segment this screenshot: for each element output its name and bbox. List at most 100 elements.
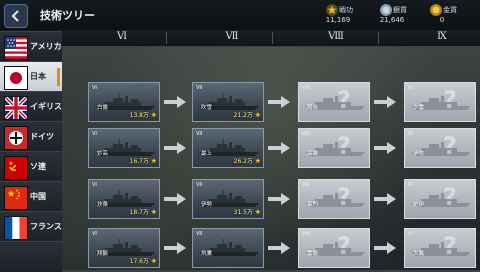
unknown-ship-icon: ?: [337, 132, 351, 160]
unknown-ship-icon: ?: [337, 183, 351, 211]
progression-arrow-icon: [164, 96, 186, 108]
unknown-ship-icon: ?: [337, 232, 351, 260]
ship-name: 陽炎: [307, 105, 319, 111]
progression-arrow-icon: [374, 96, 396, 108]
back-arrow-icon: [11, 10, 19, 22]
research-cost: 16.7万: [129, 158, 149, 165]
tier-label: Ⅶ: [225, 31, 239, 42]
active-indicator: [57, 68, 60, 86]
cost-star-icon: ★: [150, 111, 157, 119]
research-cost: 13.8万: [129, 112, 149, 119]
tier-label: Ⅵ: [116, 31, 128, 42]
back-button[interactable]: [4, 4, 28, 28]
germany-flag-icon: [4, 126, 28, 150]
ship-name: 伊吹: [413, 151, 425, 157]
france-flag-icon: [4, 216, 28, 240]
top-bar: 技術ツリー 戦功 11,169 銀貨 21,646 金貨 0: [0, 0, 480, 31]
gold-value: 0: [439, 16, 445, 24]
cost-star-icon: ★: [150, 257, 157, 265]
usa-flag-icon: [4, 36, 28, 60]
research-cost: 17.6万: [129, 258, 149, 265]
japan-flag-icon: [4, 66, 28, 90]
gold-coin-icon: [430, 4, 442, 16]
cost-star-icon: ★: [254, 111, 261, 119]
nation-tab-france[interactable]: フランス: [0, 211, 62, 242]
research-cost: 31.5万: [233, 209, 253, 216]
ship-name: 翔鶴: [97, 251, 109, 257]
nation-name: ソ連: [30, 162, 46, 171]
ship-name: 紀伊: [413, 202, 425, 208]
ship-name: 高雄: [307, 151, 319, 157]
locked-ship-card[interactable]: VIII? 長門: [298, 179, 370, 219]
nation-tab-ussr[interactable]: ソ連: [0, 151, 62, 182]
ship-name: 飛鷹: [201, 251, 213, 257]
nation-name: ドイツ: [30, 132, 54, 141]
tier-divider: [272, 32, 273, 44]
locked-ship-card[interactable]: IX? 紀伊: [404, 179, 476, 219]
progression-arrow-icon: [268, 142, 290, 154]
ship-card[interactable]: VII 吹雪 21.2万 ★: [192, 82, 264, 122]
locked-ship-card[interactable]: IX? 大鳳: [404, 228, 476, 268]
cost-star-icon: ★: [254, 208, 261, 216]
ship-card[interactable]: VI 扶桑 18.7万 ★: [88, 179, 160, 219]
silver-coin-icon: [380, 4, 392, 16]
ship-name: 長門: [307, 202, 319, 208]
merit-value: 11,169: [325, 16, 351, 24]
unknown-ship-icon: ?: [443, 132, 457, 160]
unknown-ship-icon: ?: [443, 232, 457, 260]
ship-name: 最上: [201, 151, 213, 157]
nation-sidebar: アメリカ 日本 イギリス ドイツ ソ連 中国 フランス: [0, 30, 62, 272]
ship-name: 伊勢: [201, 202, 213, 208]
merit-star-icon: [326, 4, 338, 16]
nation-tab-uk[interactable]: イギリス: [0, 91, 62, 122]
locked-ship-card[interactable]: VIII? 高雄: [298, 128, 370, 168]
ship-card[interactable]: VII 最上 26.2万 ★: [192, 128, 264, 168]
locked-ship-card[interactable]: IX? 伊吹: [404, 128, 476, 168]
china-flag-icon: [4, 186, 28, 210]
locked-ship-card[interactable]: IX? 夕雲: [404, 82, 476, 122]
tier-label: Ⅷ: [328, 31, 344, 42]
nation-tab-china[interactable]: 中国: [0, 181, 62, 212]
ship-name: 雲龍: [307, 251, 319, 257]
progression-arrow-icon: [374, 193, 396, 205]
ship-name: 大鳳: [413, 251, 425, 257]
ship-card[interactable]: VII 飛鷹: [192, 228, 264, 268]
nation-name: フランス: [30, 222, 62, 231]
nation-name: 中国: [30, 192, 46, 201]
ship-card[interactable]: VI 白露 13.8万 ★: [88, 82, 160, 122]
progression-arrow-icon: [374, 242, 396, 254]
progression-arrow-icon: [268, 242, 290, 254]
nation-name: イギリス: [30, 102, 62, 111]
cost-star-icon: ★: [150, 208, 157, 216]
page-title: 技術ツリー: [40, 9, 95, 22]
ship-card[interactable]: VII 伊勢 31.5万 ★: [192, 179, 264, 219]
locked-ship-card[interactable]: VIII? 雲龍: [298, 228, 370, 268]
progression-arrow-icon: [164, 242, 186, 254]
ship-name: 吹雪: [201, 105, 213, 111]
nation-tab-germany[interactable]: ドイツ: [0, 121, 62, 152]
tier-divider: [166, 32, 167, 44]
ship-card[interactable]: VI 妙高 16.7万 ★: [88, 128, 160, 168]
tier-label: Ⅸ: [437, 31, 447, 42]
research-cost: 18.7万: [129, 209, 149, 216]
progression-arrow-icon: [268, 96, 290, 108]
ussr-flag-icon: [4, 156, 28, 180]
nation-name: 日本: [30, 72, 46, 81]
locked-ship-card[interactable]: VIII? 陽炎: [298, 82, 370, 122]
tier-divider: [378, 32, 379, 44]
nation-tab-more[interactable]: [0, 241, 62, 272]
unknown-ship-icon: ?: [443, 86, 457, 114]
research-cost: 26.2万: [233, 158, 253, 165]
cost-star-icon: ★: [254, 157, 261, 165]
research-cost: 21.2万: [233, 112, 253, 119]
progression-arrow-icon: [164, 193, 186, 205]
progression-arrow-icon: [164, 142, 186, 154]
ship-card[interactable]: VI 翔鶴 17.6万 ★: [88, 228, 160, 268]
nation-tab-usa[interactable]: アメリカ: [0, 31, 62, 62]
nation-name: アメリカ: [30, 42, 62, 51]
nation-tab-japan[interactable]: 日本: [0, 61, 62, 92]
silver-value: 21,646: [379, 16, 405, 24]
progression-arrow-icon: [268, 193, 290, 205]
progression-arrow-icon: [374, 142, 396, 154]
ship-name: 扶桑: [97, 202, 109, 208]
